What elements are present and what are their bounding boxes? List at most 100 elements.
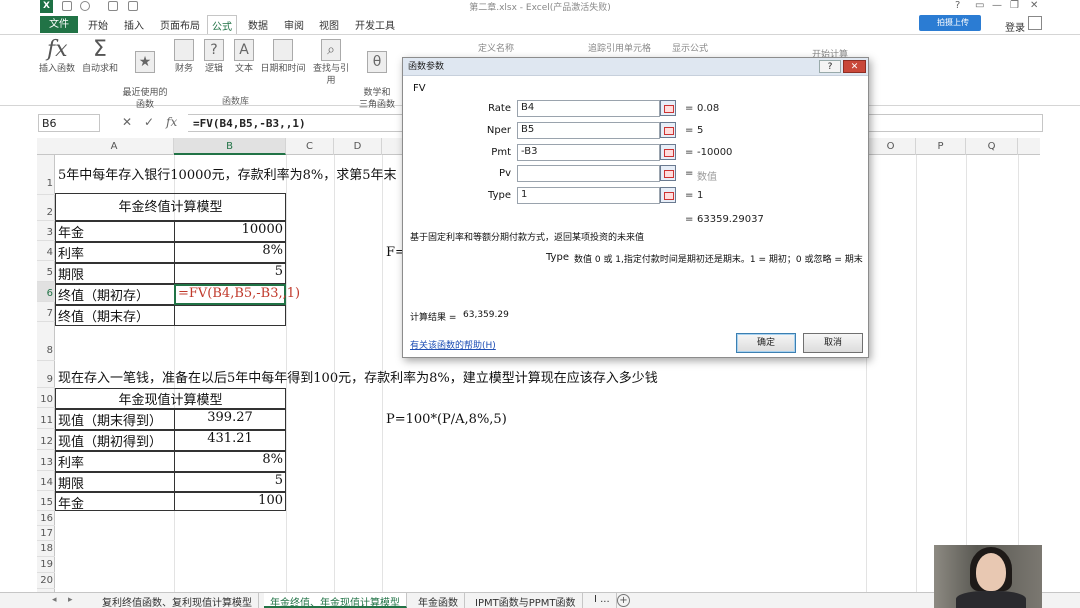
row-header[interactable]: 5 [37,261,55,282]
fx-icon[interactable]: fx [166,115,177,129]
question-text-1[interactable]: 5年中每年存入银行10000元，存款利率为8%，求第5年末 [58,164,397,183]
minimize-button[interactable]: — [992,0,1002,11]
function-help-link[interactable]: 有关该函数的帮助(H) [410,338,496,351]
login-link[interactable]: 登录 [1005,19,1025,34]
dialog-help-button[interactable]: ? [819,60,841,73]
tab-view[interactable]: 视图 [319,17,339,32]
tab-home[interactable]: 开始 [88,17,108,32]
column-header[interactable]: C [286,138,334,155]
autosum-button[interactable]: Σ 自动求和 [80,39,120,75]
row-header[interactable]: 3 [37,221,55,241]
row-header[interactable]: 14 [37,471,55,491]
row-header[interactable]: 9 [37,361,55,388]
table-label-cell[interactable]: 年金 [55,221,175,242]
row-header[interactable]: 15 [37,491,55,511]
name-box[interactable]: B6 [38,114,100,132]
row-header[interactable]: 16 [37,511,55,526]
tab-file[interactable]: 文件 [40,16,78,33]
tab-insert[interactable]: 插入 [124,17,144,32]
nper-input[interactable]: B5 [517,122,660,139]
row-header[interactable]: 19 [37,557,55,573]
tab-page-layout[interactable]: 页面布局 [160,17,200,32]
ribbon-display-icon[interactable]: ▭ [975,0,984,11]
row-header[interactable]: 20 [37,573,55,589]
logical-button[interactable]: ? 逻辑 [202,39,226,75]
table-label-cell[interactable]: 期限 [55,263,175,284]
next-sheet-icon[interactable]: ▸ [68,595,73,605]
sheet-tab[interactable]: 复利终值函数、复利现值计算模型 [96,593,259,608]
tab-formulas[interactable]: 公式 [207,15,237,34]
table-value-cell[interactable]: 10000 [174,221,286,242]
tab-developer[interactable]: 开发工具 [355,17,395,32]
row-header[interactable]: 17 [37,526,55,541]
pmt-input[interactable]: -B3 [517,144,660,161]
row-header[interactable]: 10 [37,388,55,408]
table-label-cell[interactable]: 终值（期初存） [55,284,175,305]
question-text-2[interactable]: 现在存入一笔钱，准备在以后5年中每年得到100元，存款利率为8%，建立模型计算现… [58,367,658,386]
sheet-tab[interactable]: I ... [588,593,617,608]
formula-note-p[interactable]: P=100*(P/A,8%,5) [386,412,507,427]
table-label-cell[interactable]: 年金 [55,492,175,512]
row-header[interactable]: 8 [37,322,55,361]
ok-button[interactable]: 确定 [736,333,796,353]
cancel-button[interactable]: 取消 [803,333,863,353]
sheet-tab-active[interactable]: 年金终值、年金现值计算模型 [264,593,407,608]
math-trig-button[interactable]: θ 数学和 三角函数 [357,39,397,111]
row-header[interactable]: 12 [37,429,55,450]
show-formulas-button[interactable]: 显示公式 [672,41,708,54]
vertical-scrollbar[interactable] [1041,138,1080,592]
row-header[interactable]: 6 [37,282,55,302]
cancel-icon[interactable]: ✕ [122,115,132,129]
row-header[interactable]: 13 [37,450,55,471]
table-label-cell[interactable]: 终值（期末存） [55,305,175,326]
table-label-cell[interactable]: 现值（期初得到） [55,430,175,451]
column-header[interactable]: O [866,138,916,155]
table-value-cell[interactable]: 8% [174,242,286,263]
tab-data[interactable]: 数据 [248,17,268,32]
rate-input[interactable]: B4 [517,100,660,117]
table-label-cell[interactable]: 期限 [55,472,175,492]
table-title[interactable]: 年金终值计算模型 [55,193,286,221]
recent-functions-button[interactable]: ★ 最近使用的 函数 [122,39,168,111]
table-value-cell[interactable] [174,305,286,326]
row-header[interactable]: 4 [37,241,55,261]
datetime-button[interactable]: 日期和时间 [259,39,307,75]
sheet-tab[interactable]: 年金函数 [412,593,465,608]
table-value-cell[interactable]: 8% [174,451,286,472]
column-header[interactable]: D [334,138,382,155]
avatar[interactable] [1028,16,1042,30]
dialog-close-button[interactable]: ✕ [843,60,866,73]
column-header[interactable]: P [916,138,966,155]
insert-function-button[interactable]: fx 插入函数 [37,39,77,75]
lookup-button[interactable]: ⌕ 查找与引用 [309,39,353,87]
text-button[interactable]: A 文本 [232,39,256,75]
check-icon[interactable]: ✓ [144,115,154,129]
collapse-dialog-icon[interactable] [660,187,676,203]
cloud-upload-button[interactable]: 拍摄上传 [919,15,981,31]
row-header[interactable]: 2 [37,195,55,221]
row-header[interactable]: 11 [37,408,55,429]
table-label-cell[interactable]: 利率 [55,242,175,263]
table-title[interactable]: 年金现值计算模型 [55,388,286,409]
help-icon[interactable]: ? [955,0,960,11]
financial-button[interactable]: 财务 [172,39,196,75]
active-cell-b6[interactable]: =FV(B4,B5,-B3,,1) [174,284,300,305]
table-value-cell[interactable]: 100 [174,492,286,511]
tab-review[interactable]: 审阅 [284,17,304,32]
define-name-button[interactable]: 定义名称 [478,41,514,54]
table-value-cell[interactable]: 5 [174,472,286,492]
sheet-tab[interactable]: IPMT函数与PPMT函数 [469,593,583,608]
column-header[interactable]: A [55,138,174,155]
collapse-dialog-icon[interactable] [660,100,676,116]
add-sheet-icon[interactable]: + [617,594,630,607]
table-value-cell[interactable]: 399.27 [174,409,286,430]
collapse-dialog-icon[interactable] [660,144,676,160]
restore-button[interactable]: ❐ [1010,0,1019,11]
prev-sheet-icon[interactable]: ◂ [52,595,57,605]
table-label-cell[interactable]: 利率 [55,451,175,472]
row-header[interactable]: 18 [37,541,55,557]
table-value-cell[interactable]: 5 [174,263,286,284]
pv-input[interactable] [517,165,660,182]
table-label-cell[interactable]: 现值（期末得到） [55,409,175,430]
row-header[interactable]: 7 [37,302,55,322]
